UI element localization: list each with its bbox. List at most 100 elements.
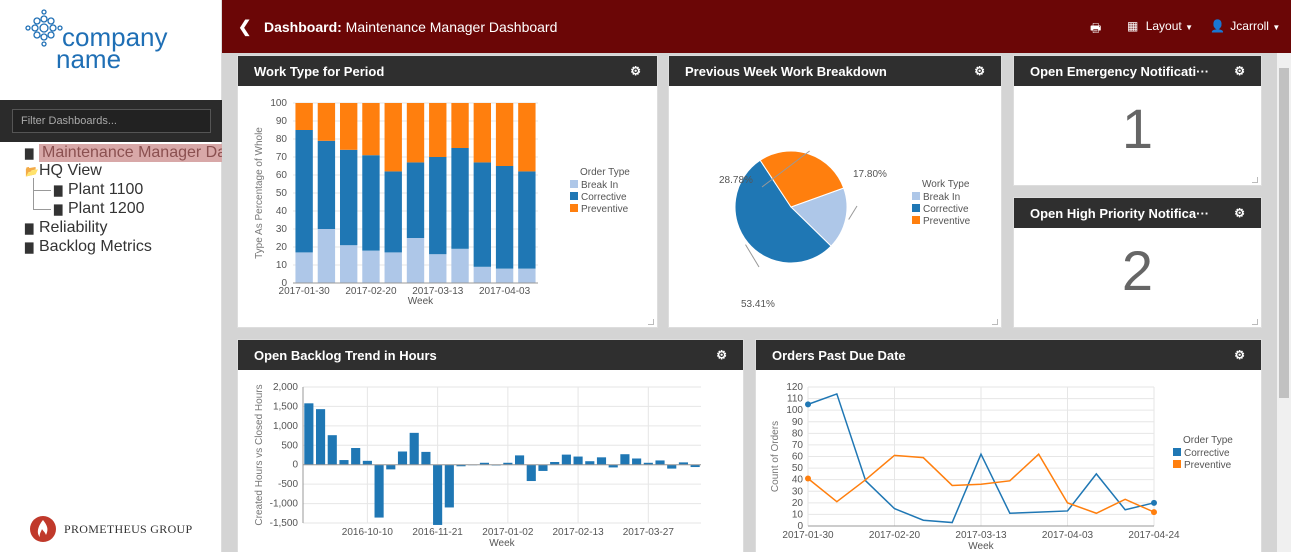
legend-swatch (912, 204, 920, 212)
y-tick-label: 20 (792, 498, 804, 509)
gear-icon[interactable]: ⚙ (1234, 206, 1245, 220)
bar-chart-icon: ▇ (54, 184, 63, 197)
layout-menu[interactable]: ▦ Layout ▼ (1127, 19, 1193, 33)
x-tick-label: 2017-01-30 (279, 286, 331, 297)
y-tick-label: 500 (281, 440, 298, 451)
gear-icon[interactable]: ⚙ (1234, 64, 1245, 78)
y-tick-label: 1,500 (273, 401, 298, 412)
y-tick-label: -1,000 (270, 499, 299, 510)
bar-segment (317, 229, 336, 283)
gear-icon[interactable]: ⚙ (974, 64, 985, 78)
sidebar-item-hq-view[interactable]: 📂 HQ View (25, 162, 102, 180)
filter-dashboards-input[interactable] (12, 109, 211, 133)
resize-handle[interactable] (648, 319, 654, 325)
panel-header: Previous Week Work Breakdown ⚙ (669, 56, 1001, 86)
backlog-bar (561, 454, 571, 465)
legend-swatch (570, 180, 578, 188)
bar-chart-icon: ▇ (25, 241, 34, 254)
resize-handle[interactable] (1252, 319, 1258, 325)
y-axis-label: Count of Orders (770, 421, 781, 492)
series-point (805, 401, 811, 408)
backlog-bar (304, 403, 314, 465)
bar-segment (295, 103, 313, 130)
sidebar-item-backlog-metrics[interactable]: ▇ Backlog Metrics (25, 238, 152, 256)
backlog-bar (526, 464, 536, 482)
panel-header: Open Emergency Notificati··· ⚙ (1014, 56, 1261, 86)
gear-icon[interactable]: ⚙ (630, 64, 641, 78)
backlog-bar (433, 464, 443, 525)
bar-segment (495, 103, 514, 166)
y-tick-label: 40 (792, 475, 804, 486)
bar-segment (406, 162, 425, 238)
x-tick-label: 2016-10-10 (342, 527, 394, 538)
backlog-bar (397, 451, 408, 465)
y-tick-label: 40 (276, 206, 288, 217)
y-tick-label: 20 (276, 242, 288, 253)
legend-label: Break In (923, 192, 960, 203)
backlog-bar (351, 448, 361, 465)
bar-segment (362, 103, 380, 156)
backlog-bar (632, 458, 642, 465)
bar-segment (362, 250, 380, 283)
backlog-bar (620, 454, 630, 465)
y-tick-label: 10 (792, 509, 804, 520)
x-tick-label: 2017-01-30 (782, 530, 834, 541)
logo-text-line2: name (56, 44, 121, 74)
backlog-bar (667, 464, 677, 469)
y-tick-label: 90 (276, 116, 288, 127)
legend-title: Work Type (922, 179, 970, 190)
tree-connector (33, 190, 51, 191)
user-icon: 👤 (1210, 19, 1225, 33)
legend-title: Order Type (580, 167, 630, 178)
legend-label: Corrective (581, 192, 627, 203)
backlog-trend-chart: -1,500 -1,000 -500 0 500 1,000 1,500 2,000 2016-… (254, 382, 701, 549)
legend-label: Break In (581, 180, 618, 191)
gear-icon[interactable]: ⚙ (716, 348, 727, 362)
legend-label: Corrective (923, 204, 969, 215)
legend-swatch (570, 192, 578, 200)
bar-segment (451, 148, 469, 249)
legend-swatch (1173, 460, 1181, 468)
company-logo[interactable]: company name (0, 0, 222, 100)
panel-header: Orders Past Due Date ⚙ (756, 340, 1261, 370)
sidebar-item-plant-1100[interactable]: ▇ Plant 1100 (54, 181, 143, 199)
bar-segment (339, 149, 358, 246)
sidebar-item-reliability[interactable]: ▇ Reliability (25, 219, 107, 237)
x-axis-label: Week (408, 296, 434, 307)
x-tick-label: 2017-01-02 (482, 527, 534, 538)
sidebar-item-label: HQ View (39, 162, 102, 179)
backlog-bar (538, 464, 548, 471)
panel-prev-week: Previous Week Work Breakdown ⚙ 17.80% 53.… (668, 55, 1002, 328)
scrollbar-thumb[interactable] (1279, 68, 1289, 398)
panel-title: Open Backlog Trend in Hours (254, 348, 437, 363)
panel-title: Open High Priority Notifica··· (1030, 206, 1210, 221)
resize-handle[interactable] (992, 319, 998, 325)
panel-title: Previous Week Work Breakdown (685, 64, 887, 79)
sidebar-item-plant-1200[interactable]: ▇ Plant 1200 (54, 200, 145, 218)
logo-graphic: company name (25, 9, 168, 74)
work-breakdown-pie-chart: 17.80% 53.41% 28.78% Work Type Break InCorre… (719, 150, 971, 310)
user-menu[interactable]: 👤 Jcarroll ▼ (1210, 19, 1280, 33)
series-point (1151, 499, 1157, 506)
backlog-bar (421, 451, 431, 465)
gear-icon[interactable]: ⚙ (1234, 348, 1245, 362)
y-axis-label: Type As Percentage of Whole (254, 127, 265, 259)
legend-swatch (570, 204, 578, 212)
bar-segment (384, 103, 402, 172)
x-tick-label: 2017-02-20 (345, 286, 397, 297)
x-axis-label: Week (489, 538, 515, 549)
bar-segment (406, 103, 425, 163)
panel-title: Orders Past Due Date (772, 348, 906, 363)
y-tick-label: 30 (792, 486, 804, 497)
bar-segment (295, 252, 313, 283)
legend-swatch (912, 216, 920, 224)
prometheus-logo: PROMETHEUS GROUP (28, 514, 193, 544)
bar-segment (518, 103, 536, 172)
y-tick-label: 90 (792, 417, 804, 428)
x-tick-label: 2017-04-24 (1128, 530, 1180, 541)
bar-segment (317, 140, 336, 229)
print-icon[interactable]: 🖶 (1090, 19, 1101, 40)
backlog-bar (596, 457, 607, 465)
resize-handle[interactable] (1252, 177, 1258, 183)
back-chevron-icon[interactable]: ❮ (238, 17, 251, 37)
